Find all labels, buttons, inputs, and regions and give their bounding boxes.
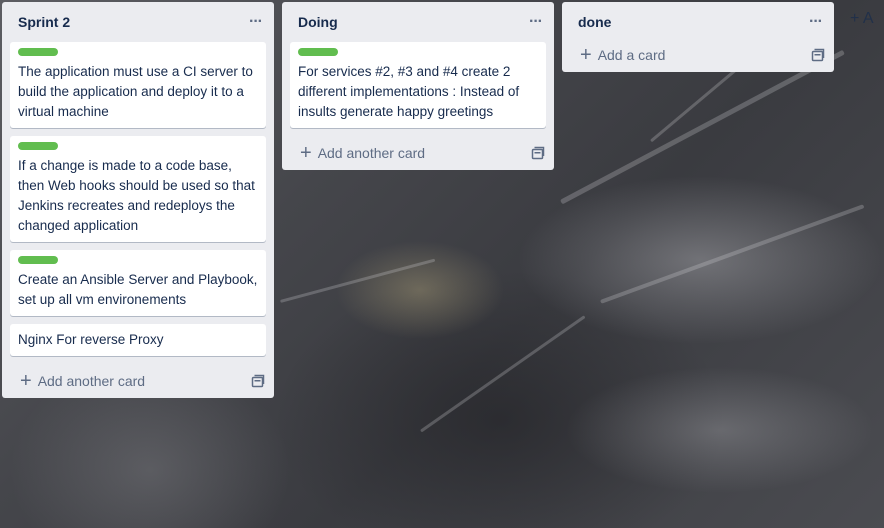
- list-menu-button[interactable]: ···: [245, 13, 266, 31]
- card-title: If a change is made to a code base, then…: [18, 158, 255, 233]
- list-doing: Doing ··· For services #2, #3 and #4 cre…: [282, 2, 554, 170]
- list-title[interactable]: Sprint 2: [18, 14, 70, 30]
- list-header: Sprint 2 ···: [2, 2, 274, 42]
- card-template-icon[interactable]: [810, 47, 826, 63]
- background-photo: [560, 49, 845, 205]
- card-title: Create an Ansible Server and Playbook, s…: [18, 272, 258, 307]
- background-detail: [280, 258, 436, 303]
- list-done: done ··· + Add a card: [562, 2, 834, 72]
- list-menu-button[interactable]: ···: [805, 13, 826, 31]
- plus-icon: +: [300, 142, 312, 164]
- card-composer: + Add a card: [562, 38, 834, 72]
- card-title: Nginx For reverse Proxy: [18, 332, 164, 347]
- plus-icon: +: [580, 44, 592, 66]
- card-label-green: [18, 256, 58, 264]
- card-composer: + Add another card: [282, 136, 554, 170]
- list-sprint-2: Sprint 2 ··· The application must use a …: [2, 2, 274, 398]
- add-card-button[interactable]: + Add another card: [20, 371, 145, 391]
- add-card-button[interactable]: + Add another card: [300, 143, 425, 163]
- background-detail: [420, 315, 586, 433]
- list-title[interactable]: done: [578, 14, 611, 30]
- card-template-icon[interactable]: [250, 373, 266, 389]
- card-list: The application must use a CI server to …: [2, 42, 274, 356]
- card-label-green: [18, 142, 58, 150]
- card-title: The application must use a CI server to …: [18, 64, 253, 119]
- add-card-label: Add another card: [37, 373, 146, 389]
- card-template-icon[interactable]: [530, 145, 546, 161]
- card[interactable]: The application must use a CI server to …: [10, 42, 266, 128]
- card[interactable]: Nginx For reverse Proxy: [10, 324, 266, 356]
- add-another-list-button[interactable]: + A: [850, 10, 874, 28]
- add-card-label: Add a card: [597, 47, 666, 63]
- add-card-button[interactable]: + Add a card: [580, 45, 665, 65]
- list-menu-button[interactable]: ···: [525, 13, 546, 31]
- list-header: done ···: [562, 2, 834, 42]
- card[interactable]: If a change is made to a code base, then…: [10, 136, 266, 242]
- card-list: For services #2, #3 and #4 create 2 diff…: [282, 42, 554, 128]
- card[interactable]: Create an Ansible Server and Playbook, s…: [10, 250, 266, 316]
- card-title: For services #2, #3 and #4 create 2 diff…: [298, 64, 520, 119]
- list-title[interactable]: Doing: [298, 14, 338, 30]
- card[interactable]: For services #2, #3 and #4 create 2 diff…: [290, 42, 546, 128]
- card-label-green: [18, 48, 58, 56]
- card-composer: + Add another card: [2, 364, 274, 398]
- add-card-label: Add another card: [317, 145, 426, 161]
- background-detail: [600, 204, 865, 304]
- card-label-green: [298, 48, 338, 56]
- list-header: Doing ···: [282, 2, 554, 42]
- plus-icon: +: [20, 370, 32, 392]
